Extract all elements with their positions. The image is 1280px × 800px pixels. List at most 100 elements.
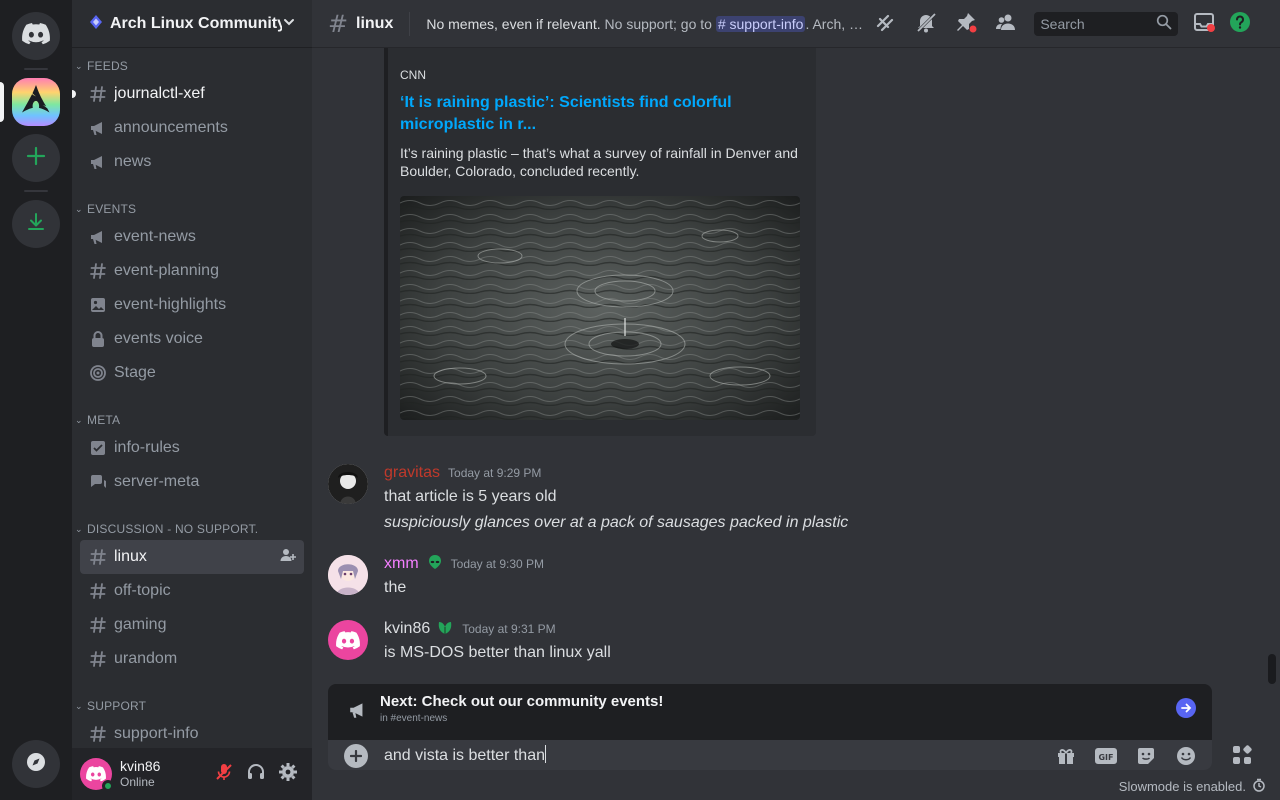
channel-sidebar: Arch Linux Community ⌄ FEEDS journalctl-x… — [72, 0, 312, 800]
category-feeds[interactable]: ⌄ FEEDS — [72, 56, 312, 76]
members-icon — [994, 10, 1018, 38]
category-discussion[interactable]: ⌄ DISCUSSION - NO SUPPORT. — [72, 519, 312, 539]
message-input-text: and vista is better than — [384, 747, 545, 764]
channel-off-topic[interactable]: off-topic — [80, 574, 304, 608]
channel-linux[interactable]: linux — [80, 540, 304, 574]
channel-event-highlights[interactable]: event-highlights — [80, 288, 304, 322]
stage-icon — [88, 363, 108, 383]
chevron-icon: ⌄ — [75, 203, 83, 214]
channel-support-info[interactable]: support-info — [80, 717, 304, 751]
avatar[interactable] — [80, 758, 114, 792]
banner-title: Next: Check out our community events! — [380, 693, 664, 710]
search-input[interactable]: Search — [1034, 11, 1179, 36]
inbox-button[interactable] — [1186, 0, 1222, 48]
gift-button[interactable] — [1052, 742, 1080, 770]
header-divider — [409, 11, 411, 36]
channel-gaming[interactable]: gaming — [80, 608, 304, 642]
selected-server-indicator — [0, 82, 4, 122]
invite-member-icon[interactable] — [280, 547, 296, 568]
embed-image[interactable] — [400, 196, 800, 420]
category-events[interactable]: ⌄ EVENTS — [72, 199, 312, 219]
mute-button[interactable] — [208, 758, 240, 790]
chevron-down-icon — [282, 14, 296, 33]
notification-settings-button[interactable] — [906, 0, 946, 48]
message-input[interactable]: and vista is better than — [384, 745, 546, 765]
gif-button[interactable]: GIF — [1092, 742, 1120, 770]
message-author[interactable]: kvin86 — [384, 620, 430, 638]
server-arch-linux[interactable] — [12, 78, 60, 126]
category-meta[interactable]: ⌄ META — [72, 410, 312, 430]
avatar[interactable] — [328, 620, 368, 660]
hashtag-icon — [88, 724, 108, 744]
discord-logo-icon — [22, 23, 50, 49]
sticker-icon — [1138, 748, 1154, 764]
hashtag-icon — [88, 581, 108, 601]
slowmode-text: Slowmode is enabled. — [1118, 779, 1246, 794]
scrollbar-thumb[interactable] — [1268, 654, 1276, 684]
apps-button[interactable] — [1224, 740, 1260, 770]
download-apps-button[interactable] — [12, 200, 60, 248]
search-icon — [1156, 14, 1172, 33]
message-timestamp: Today at 9:31 PM — [462, 622, 556, 636]
message-header: kvin86 Today at 9:31 PM — [384, 618, 556, 640]
channel-journalctl-xef[interactable]: journalctl-xef — [72, 77, 304, 111]
member-list-button[interactable] — [986, 0, 1026, 48]
rail-separator — [24, 190, 48, 192]
channel-announcements[interactable]: announcements — [80, 111, 304, 145]
message-author[interactable]: gravitas — [384, 464, 440, 482]
topic-emphasis: No memes, even if relevant. — [426, 15, 601, 32]
pinned-messages-button[interactable] — [946, 0, 986, 48]
hashtag-icon — [88, 547, 108, 567]
apps-icon — [1233, 745, 1252, 764]
megaphone-icon — [346, 698, 370, 722]
message-author[interactable]: xmm — [384, 555, 419, 573]
emoji-icon — [1177, 747, 1195, 765]
slowmode-notice: Slowmode is enabled. — [1119, 778, 1266, 795]
link-embed: CNN ‘It is raining plastic’: Scientists … — [384, 48, 816, 436]
embed-title[interactable]: ‘It is raining plastic’: Scientists find… — [400, 92, 800, 136]
channel-server-meta[interactable]: server-meta — [80, 465, 304, 499]
gear-icon — [278, 762, 298, 786]
channel-news[interactable]: news — [80, 145, 304, 179]
avatar[interactable] — [328, 555, 368, 595]
deafen-button[interactable] — [240, 758, 272, 790]
plus-icon — [26, 146, 46, 170]
message-line: is MS-DOS better than linux yall — [384, 644, 611, 661]
add-server-button[interactable] — [12, 134, 60, 182]
help-button[interactable] — [1222, 0, 1258, 48]
rain-puddle-image — [400, 196, 800, 420]
message-content: that article is 5 years old suspiciously… — [384, 484, 1224, 536]
channel-events-voice[interactable]: events voice — [80, 322, 304, 356]
channel-stage[interactable]: Stage — [80, 356, 304, 390]
user-info[interactable]: kvin86 Online — [120, 758, 208, 790]
message-line-italic: suspiciously glances over at a pack of s… — [384, 514, 849, 531]
discover-button[interactable] — [12, 740, 60, 788]
channel-event-news[interactable]: event-news — [80, 220, 304, 254]
embed-provider[interactable]: CNN — [400, 68, 426, 82]
topic-text-rest: . Arch, Linux, open source software and … — [805, 15, 867, 32]
chevron-icon: ⌄ — [75, 523, 83, 534]
threads-button[interactable] — [866, 0, 906, 48]
channel-header: # linux No memes, even if relevant. No s… — [312, 0, 1280, 48]
channel-urandom[interactable]: urandom — [80, 642, 304, 676]
upload-button[interactable] — [344, 744, 368, 768]
avatar[interactable] — [328, 464, 368, 504]
next-step-banner[interactable]: Next: Check out our community events! in… — [328, 684, 1212, 740]
home-button[interactable] — [12, 12, 60, 60]
arrow-right-icon[interactable] — [1176, 698, 1196, 718]
message-line: the — [384, 579, 407, 596]
category-support[interactable]: ⌄ SUPPORT — [72, 696, 312, 716]
topic-channel-mention[interactable]: # support-info — [715, 15, 806, 32]
sticker-button[interactable] — [1132, 742, 1160, 770]
channel-event-planning[interactable]: event-planning — [80, 254, 304, 288]
threads-icon — [874, 10, 898, 38]
user-settings-button[interactable] — [272, 758, 304, 790]
channel-info-rules[interactable]: info-rules — [80, 431, 304, 465]
emoji-button[interactable] — [1172, 742, 1200, 770]
message-content: is MS-DOS better than linux yall — [384, 640, 1224, 666]
channel-topic[interactable]: No memes, even if relevant. No support; … — [426, 15, 867, 32]
pin-icon — [954, 10, 978, 38]
chevron-icon: ⌄ — [75, 700, 83, 711]
server-header[interactable]: Arch Linux Community — [72, 0, 312, 48]
user-status: Online — [120, 775, 155, 789]
